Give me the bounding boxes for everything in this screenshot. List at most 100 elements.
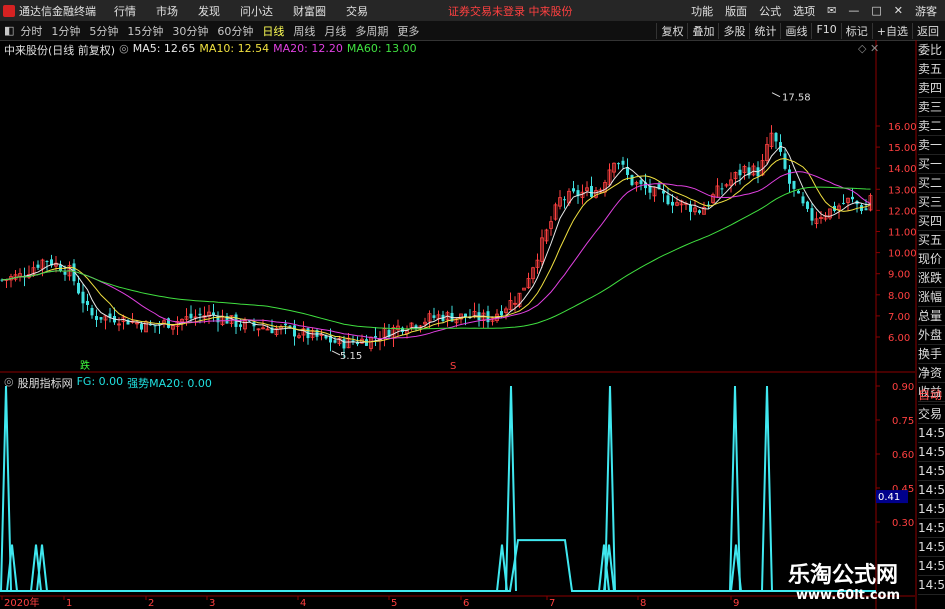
tick-trade: 交易 <box>918 405 945 424</box>
statistics-button[interactable]: 统计 <box>749 22 780 39</box>
tab-period-more[interactable]: 更多 <box>397 23 419 39</box>
menu-wealth-circle[interactable]: 财富圈 <box>293 3 326 19</box>
candle-body <box>526 278 531 289</box>
menu-layout[interactable]: 版面 <box>725 3 747 19</box>
tab-period-daily[interactable]: 日线 <box>262 23 284 39</box>
tab-period-monthly[interactable]: 月线 <box>324 23 346 39</box>
chart-settings-icon[interactable]: ◎ <box>119 42 129 56</box>
tab-period-5min[interactable]: 5分钟 <box>89 23 118 39</box>
menu-right-group: 功能 版面 公式 选项 ✉ — □ ✕ 游客 <box>691 3 937 19</box>
quote-bid-ratio: 委比 <box>918 41 945 60</box>
date-tick-label: 8 <box>640 598 646 609</box>
close-icon[interactable]: ✕ <box>894 4 903 17</box>
tab-period-intraday[interactable]: 分时 <box>20 23 42 39</box>
candle-body <box>792 181 796 189</box>
candle-body <box>531 267 535 280</box>
candle-body <box>864 208 868 211</box>
candle-body <box>481 312 486 322</box>
tab-period-weekly[interactable]: 周线 <box>293 23 315 39</box>
ma20-label: MA20: 12.20 <box>273 42 343 55</box>
indicator-settings-icon[interactable]: ◎ <box>4 375 14 389</box>
ma-line-ma60 <box>1 186 871 330</box>
menu-quotes[interactable]: 行情 <box>114 3 136 19</box>
candle-body <box>0 279 4 281</box>
app-name: 通达信金融终端 <box>19 4 96 18</box>
candle-body <box>572 188 575 192</box>
candle-body <box>828 208 832 219</box>
menu-function[interactable]: 功能 <box>691 3 713 19</box>
candle-body <box>441 314 445 322</box>
candle-body <box>779 142 782 152</box>
quote-ask4: 卖四 <box>918 79 945 98</box>
candle-body <box>432 315 436 318</box>
candle-body <box>171 325 175 330</box>
candle-body <box>698 210 701 213</box>
quote-ask3: 卖三 <box>918 98 945 117</box>
candle-body <box>472 311 477 317</box>
candle-body <box>738 169 742 176</box>
price-tick-label: 11.00 <box>888 228 917 239</box>
candle-body <box>153 325 157 327</box>
candle-body <box>707 204 710 206</box>
candle-body <box>436 314 441 319</box>
candle-body <box>833 205 836 211</box>
tab-period-1min[interactable]: 1分钟 <box>51 23 80 39</box>
candle-body <box>243 320 247 330</box>
quote-outer-volume: 外盘 <box>918 326 945 345</box>
candle-body <box>234 314 238 327</box>
minimize-icon[interactable]: — <box>848 4 859 17</box>
tab-period-60min[interactable]: 60分钟 <box>217 23 253 39</box>
tab-period-30min[interactable]: 30分钟 <box>172 23 208 39</box>
menu-market[interactable]: 市场 <box>156 3 178 19</box>
message-icon[interactable]: ✉ <box>827 4 836 17</box>
maximize-icon[interactable]: □ <box>871 4 881 17</box>
tab-period-multi[interactable]: 多周期 <box>355 23 388 39</box>
candle-body <box>319 334 324 336</box>
candle-body <box>612 162 616 173</box>
candle-body <box>387 329 391 338</box>
candle-body <box>189 313 193 319</box>
candlestick-chart[interactable]: 16.0015.0014.0013.0012.0011.0010.009.008… <box>0 0 945 609</box>
tick-auto[interactable]: 自动 <box>918 386 945 405</box>
main-chart-title[interactable]: 中来股份(日线 前复权) <box>4 42 115 57</box>
multi-stock-button[interactable]: 多股 <box>718 22 749 39</box>
draw-line-button[interactable]: 画线 <box>780 22 811 39</box>
candle-body <box>724 184 729 187</box>
candle-body <box>346 337 351 349</box>
candle-body <box>360 338 364 344</box>
sub-axis-label: 0.30 <box>892 518 914 529</box>
candle-body <box>369 336 373 349</box>
tab-period-15min[interactable]: 15分钟 <box>127 23 163 39</box>
high-pointer <box>771 92 781 98</box>
menu-trade[interactable]: 交易 <box>346 3 368 19</box>
menu-formula[interactable]: 公式 <box>759 3 781 19</box>
candle-body <box>378 338 382 342</box>
f10-button[interactable]: F10 <box>811 22 840 39</box>
candle-body <box>144 321 148 333</box>
price-tick-label: 8.00 <box>888 291 910 302</box>
menu-options[interactable]: 选项 <box>793 3 815 19</box>
candle-body <box>18 273 22 278</box>
menu-bar: 通达信金融终端 行情 市场 发现 问小达 财富圈 交易 证券交易未登录 中来股份… <box>0 0 945 21</box>
candle-body <box>756 167 760 177</box>
user-label[interactable]: 游客 <box>915 3 937 19</box>
adjust-button[interactable]: 复权 <box>656 22 687 39</box>
date-tick-label: 2020年 <box>4 596 39 609</box>
candle-body <box>252 322 256 327</box>
menu-wenxiaoda[interactable]: 问小达 <box>240 3 273 19</box>
menu-discover[interactable]: 发现 <box>198 3 220 19</box>
mark-button[interactable]: 标记 <box>840 22 872 39</box>
candle-body <box>576 190 580 197</box>
login-notice[interactable]: 证券交易未登录 中来股份 <box>448 3 573 19</box>
candle-body <box>310 330 315 338</box>
sidebar-toggle-icon[interactable]: ◧ <box>4 24 14 37</box>
candle-body <box>549 221 553 229</box>
back-button[interactable]: 返回 <box>912 22 943 39</box>
add-watchlist-button[interactable]: +自选 <box>871 22 912 39</box>
quote-volume: 总量 <box>918 307 945 326</box>
candle-body <box>544 229 549 242</box>
candle-body <box>639 180 643 184</box>
candle-body <box>671 201 674 206</box>
overlay-button[interactable]: 叠加 <box>687 22 718 39</box>
sub-chart-title[interactable]: 股朋指标网 <box>18 375 73 390</box>
